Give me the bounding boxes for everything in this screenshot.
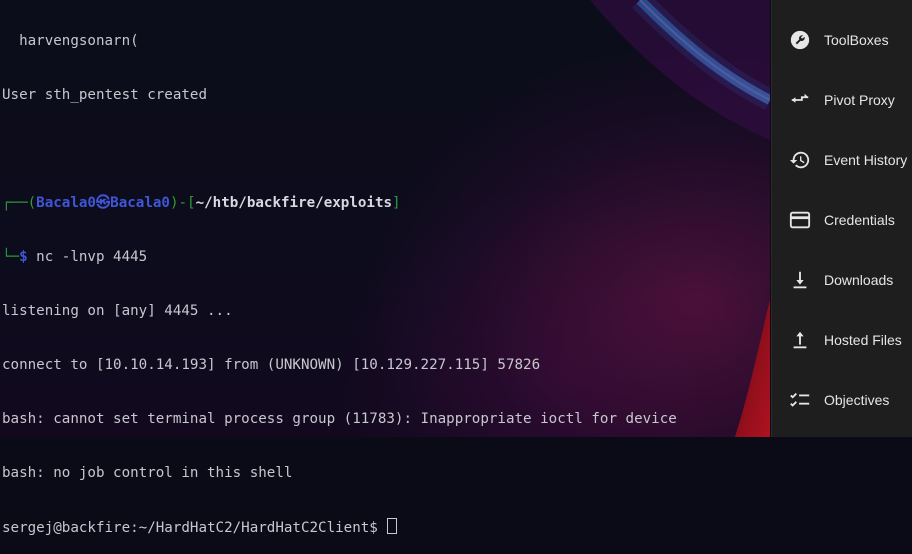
sidebar-item-hosted-files[interactable]: Hosted Files [772, 318, 912, 362]
sidebar-item-label: Credentials [824, 212, 895, 228]
sidebar-item-label: Event History [824, 152, 908, 168]
terminal-shell-prompt[interactable]: sergej@backfire:~/HardHatC2/HardHatC2Cli… [2, 518, 767, 536]
terminal-prompt-line: ┌──(Bacala0㉿Bacala0)-[~/htb/backfire/exp… [2, 195, 401, 211]
terminal-line: bash: no job control in this shell [2, 465, 293, 481]
terminal-line: listening on [any] 4445 ... [2, 303, 233, 319]
sidebar-item-event-history[interactable]: Event History [772, 138, 912, 182]
sidebar-item-downloads[interactable]: Downloads [772, 258, 912, 302]
sidebar-item-label: Hosted Files [824, 332, 902, 348]
terminal-command-line: └─$ nc -lnvp 4445 [2, 249, 148, 265]
sidebar-item-credentials[interactable]: Credentials [772, 198, 912, 242]
sidebar-item-label: Objectives [824, 392, 890, 408]
terminal-line: harvengsonarn( [2, 33, 139, 49]
sidebar-item-label: Pivot Proxy [824, 92, 895, 108]
sidebar-item-toolboxes[interactable]: ToolBoxes [772, 18, 912, 62]
prompt-path: ~/htb/backfire/exploits [195, 195, 393, 211]
sidebar-item-objectives[interactable]: Objectives [772, 378, 912, 422]
terminal-output[interactable]: harvengsonarn( User sth_pentest created … [2, 0, 767, 554]
terminal-line: User sth_pentest created [2, 87, 207, 103]
history-icon [789, 149, 811, 171]
command-text: nc -lnvp 4445 [27, 249, 148, 265]
checklist-icon [789, 389, 811, 411]
sidebar-item-label: Downloads [824, 272, 894, 288]
sidebar-item-label: ToolBoxes [824, 32, 889, 48]
upload-icon [789, 329, 811, 351]
pivot-arrows-icon [789, 89, 811, 111]
terminal-line: connect to [10.10.14.193] from (UNKNOWN)… [2, 357, 541, 373]
prompt-user-host: Bacala0㉿Bacala0 [36, 195, 170, 211]
terminal-line: bash: cannot set terminal process group … [2, 411, 677, 427]
download-icon [789, 269, 811, 291]
terminal-cursor [387, 518, 398, 534]
sidebar-nav: ToolBoxes Pivot Proxy Event History Cred… [771, 0, 912, 437]
sidebar-item-pivot-proxy[interactable]: Pivot Proxy [772, 78, 912, 122]
credit-card-icon [789, 209, 811, 231]
wrench-icon [789, 29, 811, 51]
